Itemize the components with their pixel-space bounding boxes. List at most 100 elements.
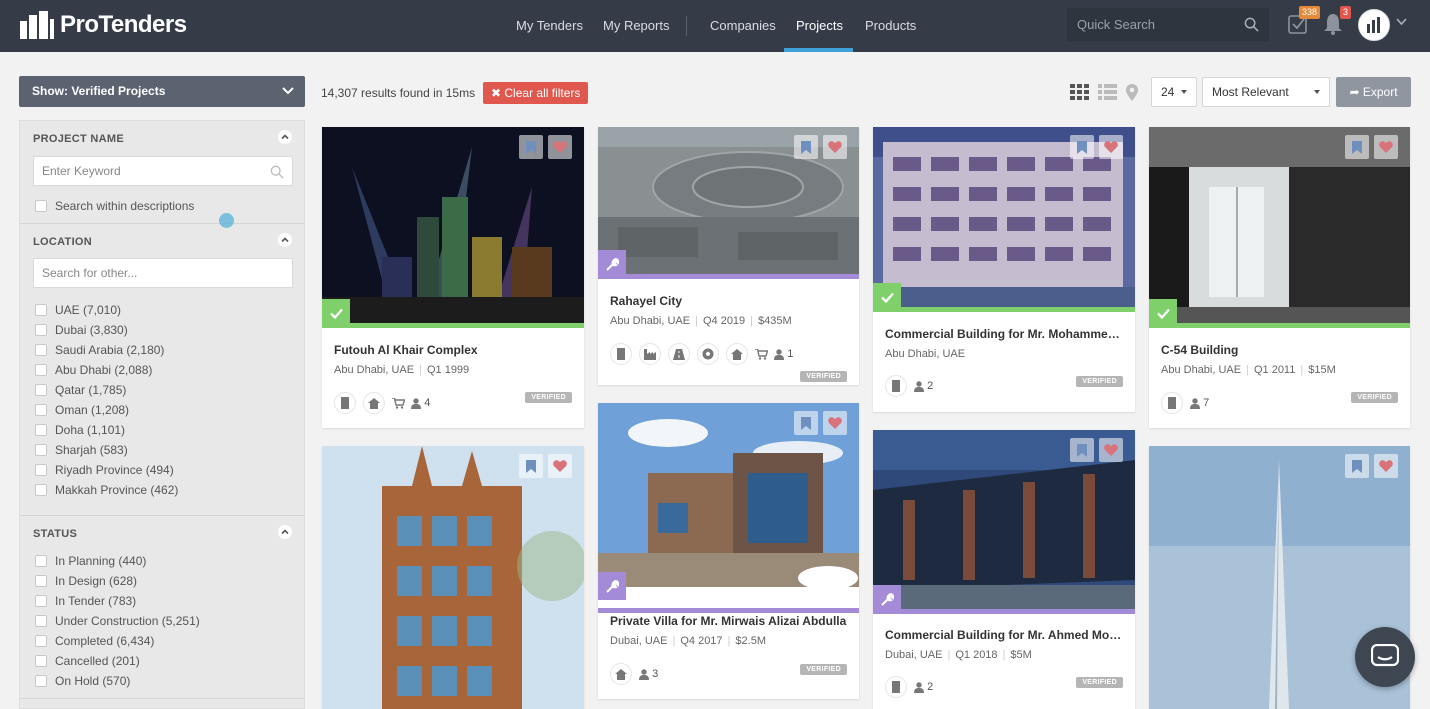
project-title[interactable]: Futouh Al Khair Complex [334, 343, 572, 357]
project-card[interactable] [322, 446, 584, 709]
status-option[interactable]: On Hold (570) [35, 674, 130, 688]
location-option[interactable]: Sharjah (583) [35, 443, 128, 457]
checkbox-box[interactable] [35, 655, 47, 667]
chevron-down-icon[interactable] [1396, 18, 1407, 26]
location-option[interactable]: Dubai (3,830) [35, 323, 128, 337]
bookmark-button[interactable] [519, 135, 543, 159]
favorite-button[interactable] [1374, 454, 1398, 478]
project-card[interactable]: Commercial Building for Mr. Ahmed Mohamm… [873, 430, 1135, 709]
status-option[interactable]: Under Construction (5,251) [35, 614, 200, 628]
status-option[interactable]: In Planning (440) [35, 554, 146, 568]
favorite-button[interactable] [548, 135, 572, 159]
check-icon [329, 308, 343, 319]
location-option[interactable]: Qatar (1,785) [35, 383, 126, 397]
status-option[interactable]: In Tender (783) [35, 594, 136, 608]
checkbox-box[interactable] [35, 615, 47, 627]
building-icon [885, 375, 907, 397]
checkbox-box[interactable] [35, 384, 47, 396]
checkbox-box[interactable] [35, 404, 47, 416]
project-title[interactable]: Commercial Building for Mr. Mohammed Al … [885, 327, 1125, 341]
notifications-button[interactable]: 3 [1323, 6, 1351, 39]
favorite-button[interactable] [548, 454, 572, 478]
map-pin-icon[interactable] [1126, 84, 1138, 101]
bookmark-button[interactable] [1345, 135, 1369, 159]
location-option[interactable]: UAE (7,010) [35, 303, 121, 317]
checkbox-box[interactable] [35, 444, 47, 456]
status-option[interactable]: Completed (6,434) [35, 634, 154, 648]
project-title[interactable]: Commercial Building for Mr. Ahmed Mohamm… [885, 628, 1125, 642]
clear-filters-button[interactable]: ✖ Clear all filters [483, 82, 589, 104]
checkbox-box[interactable] [35, 424, 47, 436]
section-divider [20, 698, 304, 699]
project-value: $435M [758, 315, 792, 327]
user-avatar[interactable] [1358, 9, 1390, 41]
status-option[interactable]: Cancelled (201) [35, 654, 140, 668]
location-option[interactable]: Saudi Arabia (2,180) [35, 343, 164, 357]
show-filter-dropdown[interactable]: Show: Verified Projects [19, 76, 305, 107]
list-view-icon[interactable] [1098, 84, 1117, 100]
location-option[interactable]: Oman (1,208) [35, 403, 129, 417]
status-option[interactable]: In Design (628) [35, 574, 137, 588]
tasks-button[interactable]: 338 [1288, 6, 1320, 37]
nav-companies[interactable]: Companies [710, 0, 776, 52]
checkbox-box[interactable] [35, 364, 47, 376]
project-card[interactable]: Commercial Building for Mr. Mohammed Al … [873, 127, 1135, 412]
soccer-ball-icon [697, 343, 719, 365]
checkbox-box[interactable] [35, 575, 47, 587]
checkbox-box[interactable] [35, 484, 47, 496]
favorite-button[interactable] [1099, 438, 1123, 462]
nav-products[interactable]: Products [865, 0, 916, 52]
project-card[interactable]: C-54 Building Abu Dhabi, UAE | Q1 2011 | $15… [1149, 127, 1410, 428]
per-page-select[interactable]: 24 [1151, 77, 1197, 107]
export-label: Export [1362, 85, 1398, 99]
export-button[interactable]: ➦ Export [1336, 77, 1411, 107]
location-option[interactable]: Doha (1,101) [35, 423, 125, 437]
favorite-button[interactable] [1099, 135, 1123, 159]
collapse-section-button[interactable] [278, 130, 292, 144]
checkbox-box[interactable] [35, 324, 47, 336]
checkbox-box[interactable] [35, 464, 47, 476]
checkbox-box[interactable] [35, 304, 47, 316]
location-option[interactable]: Makkah Province (462) [35, 483, 178, 497]
project-title[interactable]: Rahayel City [610, 294, 847, 308]
project-card[interactable]: Private Villa for Mr. Mirwais Alizai Abd… [598, 403, 859, 699]
quick-search-input[interactable]: Quick Search [1067, 8, 1269, 41]
location-option[interactable]: Riyadh Province (494) [35, 463, 174, 477]
project-card[interactable]: Futouh Al Khair Complex Abu Dhabi, UAE | Q… [322, 127, 584, 428]
nav-my-reports[interactable]: My Reports [603, 0, 669, 52]
checkbox-box[interactable] [35, 555, 47, 567]
checkbox-box[interactable] [35, 675, 47, 687]
grid-view-icon[interactable] [1070, 84, 1089, 100]
checkbox-box[interactable] [35, 635, 47, 647]
checkbox-box[interactable] [35, 595, 47, 607]
checkbox-box[interactable] [35, 200, 47, 212]
person-icon [639, 668, 649, 680]
bookmark-button[interactable] [519, 454, 543, 478]
collapse-section-button[interactable] [278, 525, 292, 539]
collapse-section-button[interactable] [278, 233, 292, 247]
favorite-button[interactable] [1374, 135, 1398, 159]
bookmark-button[interactable] [1070, 438, 1094, 462]
bookmark-button[interactable] [1070, 135, 1094, 159]
bookmark-button[interactable] [794, 135, 818, 159]
nav-my-tenders[interactable]: My Tenders [516, 0, 583, 52]
search-icon [270, 165, 284, 179]
search-icon[interactable] [1244, 17, 1259, 32]
favorite-button[interactable] [823, 411, 847, 435]
search-descriptions-checkbox[interactable]: Search within descriptions [35, 199, 194, 213]
checkbox-box[interactable] [35, 344, 47, 356]
project-title[interactable]: C-54 Building [1161, 343, 1398, 357]
project-title[interactable]: Private Villa for Mr. Mirwais Alizai Abd… [610, 614, 850, 628]
bookmark-button[interactable] [1345, 454, 1369, 478]
location-search-input[interactable]: Search for other... [33, 258, 293, 288]
project-card[interactable]: Rahayel City Abu Dhabi, UAE | Q4 2019 | $435… [598, 127, 859, 385]
person-icon [914, 681, 924, 693]
sort-select[interactable]: Most Relevant [1202, 77, 1330, 107]
active-nav-indicator [784, 48, 853, 52]
nav-projects[interactable]: Projects [796, 0, 843, 52]
bookmark-button[interactable] [794, 411, 818, 435]
location-option[interactable]: Abu Dhabi (2,088) [35, 363, 152, 377]
chat-launcher-button[interactable] [1355, 627, 1415, 687]
keyword-input[interactable]: Enter Keyword [33, 156, 293, 186]
favorite-button[interactable] [823, 135, 847, 159]
